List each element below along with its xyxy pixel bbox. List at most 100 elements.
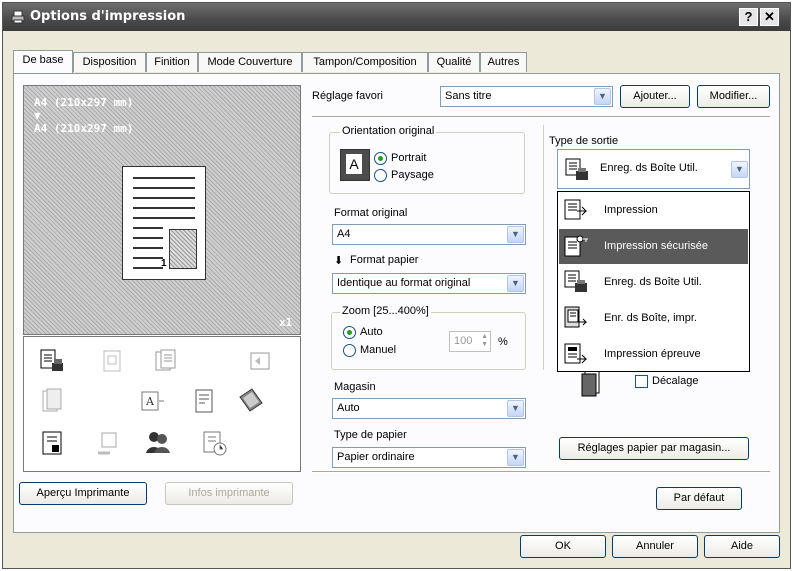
printer-info-button: Infos imprimante bbox=[165, 482, 293, 505]
output-option-save-and-print[interactable]: Enr. ds Boîte, impr. bbox=[559, 301, 748, 336]
output-option-secure-print[interactable]: Impression sécurisée bbox=[559, 229, 748, 264]
paper-settings-by-tray-button[interactable]: Réglages papier par magasin... bbox=[559, 437, 749, 460]
user-box-icon[interactable] bbox=[38, 347, 66, 375]
paper-size-value: Identique au format original bbox=[337, 277, 471, 289]
paper-type-label: Type de papier bbox=[334, 429, 407, 441]
tab-de-base[interactable]: De base bbox=[13, 50, 73, 73]
print-icon bbox=[564, 199, 588, 220]
favorite-value: Sans titre bbox=[445, 90, 492, 102]
paper-insert-icon[interactable] bbox=[236, 387, 264, 415]
header-footer-icon[interactable] bbox=[94, 429, 122, 457]
window-title: Options d'impression bbox=[30, 9, 186, 24]
tray-select[interactable]: Auto ▼ bbox=[332, 398, 526, 419]
form-page-icon[interactable] bbox=[190, 387, 218, 415]
paper-size-arrow-icon: ⬇ bbox=[334, 255, 344, 267]
save-to-user-box-icon bbox=[565, 158, 588, 180]
chevron-down-icon[interactable]: ▼ bbox=[507, 226, 524, 243]
svg-text:A: A bbox=[145, 395, 155, 408]
paper-type-select[interactable]: Papier ordinaire ▼ bbox=[332, 447, 526, 468]
preview-arrow: ▼ bbox=[34, 109, 41, 122]
cancel-button[interactable]: Annuler bbox=[612, 535, 698, 558]
chevron-down-icon[interactable]: ▼ bbox=[507, 400, 524, 417]
output-option-save-user-box[interactable]: Enreg. ds Boîte Util. bbox=[559, 265, 748, 300]
chevron-down-icon[interactable]: ▼ bbox=[507, 449, 524, 466]
print-preview: A4 (210x297 mm) ▼ A4 (210x297 mm) 1 x1 bbox=[23, 85, 301, 335]
favorite-select[interactable]: Sans titre ▼ bbox=[440, 86, 613, 107]
separator bbox=[312, 116, 770, 118]
cover-sheet-icon[interactable] bbox=[38, 429, 66, 457]
tray-label: Magasin bbox=[334, 381, 376, 393]
paper-type-value: Papier ordinaire bbox=[337, 451, 415, 463]
zoom-auto-label: Auto bbox=[360, 326, 383, 338]
portrait-radio[interactable] bbox=[374, 152, 387, 165]
original-size-label: Format original bbox=[334, 207, 408, 219]
tab-mode-couverture[interactable]: Mode Couverture bbox=[198, 52, 302, 72]
zoom-value-spinner: 100 ▲ ▼ bbox=[449, 331, 491, 352]
overlay-icon[interactable] bbox=[152, 347, 180, 375]
offset-checkbox[interactable] bbox=[635, 375, 648, 388]
booklet-icon[interactable] bbox=[38, 387, 66, 415]
help-title-button[interactable]: ? bbox=[739, 8, 758, 26]
zoom-manual-radio[interactable] bbox=[343, 344, 356, 357]
preview-copies: x1 bbox=[279, 316, 293, 329]
output-type-dropdown: Impression Impression sécurisée Enreg. d… bbox=[557, 191, 750, 372]
portrait-label: Portrait bbox=[391, 152, 427, 164]
tab-qualite[interactable]: Qualité bbox=[428, 52, 480, 72]
zoom-auto-radio[interactable] bbox=[343, 326, 356, 339]
favorite-label: Réglage favori bbox=[312, 90, 383, 102]
ok-button[interactable]: OK bbox=[520, 535, 606, 558]
schedule-print-icon[interactable] bbox=[200, 429, 228, 457]
original-size-value: A4 bbox=[337, 228, 351, 240]
zoom-unit: % bbox=[498, 336, 508, 348]
zoom-group-title: Zoom [25...400%] bbox=[340, 305, 431, 317]
output-type-label: Type de sortie bbox=[549, 135, 619, 147]
close-title-button[interactable]: ✕ bbox=[760, 8, 779, 26]
tab-finition[interactable]: Finition bbox=[146, 52, 198, 72]
original-size-select[interactable]: A4 ▼ bbox=[332, 224, 526, 245]
separator bbox=[312, 471, 770, 473]
zoom-manual-label: Manuel bbox=[360, 344, 397, 356]
save-and-print-icon bbox=[564, 306, 588, 328]
landscape-radio[interactable] bbox=[374, 169, 387, 182]
title-bar[interactable]: Options d'impression ? ✕ bbox=[3, 3, 790, 31]
offset-label: Décalage bbox=[652, 375, 699, 387]
proof-print-icon bbox=[564, 343, 588, 364]
paper-size-label: Format papier bbox=[350, 254, 419, 266]
tray-value: Auto bbox=[337, 402, 360, 414]
preview-original-size: A4 (210x297 mm) bbox=[34, 96, 134, 109]
preview-paper-size: A4 (210x297 mm) bbox=[34, 122, 134, 135]
offset-icon bbox=[581, 371, 600, 397]
tab-disposition[interactable]: Disposition bbox=[73, 52, 146, 72]
output-option-proof-print[interactable]: Impression épreuve bbox=[559, 337, 748, 372]
rotate-page-icon[interactable] bbox=[246, 347, 274, 375]
orientation-group-title: Orientation original bbox=[340, 125, 437, 137]
chevron-down-icon[interactable]: ▼ bbox=[507, 275, 524, 292]
default-button[interactable]: Par défaut bbox=[656, 487, 742, 510]
landscape-label: Paysage bbox=[391, 169, 434, 181]
output-option-print[interactable]: Impression bbox=[559, 193, 748, 228]
modify-favorite-button[interactable]: Modifier... bbox=[697, 85, 770, 108]
function-icon-panel: A bbox=[23, 336, 301, 472]
spin-arrows-icon: ▲ ▼ bbox=[481, 333, 488, 348]
preview-sheet: 1 bbox=[122, 166, 206, 280]
tab-autres[interactable]: Autres bbox=[480, 52, 527, 72]
print-options-dialog: Options d'impression ? ✕ De base Disposi… bbox=[2, 2, 791, 569]
paper-size-select[interactable]: Identique au format original ▼ bbox=[332, 273, 526, 294]
chevron-down-icon[interactable]: ▼ bbox=[731, 161, 748, 178]
preview-page-number: 1 bbox=[161, 258, 167, 269]
preview-stamp-block bbox=[169, 229, 197, 269]
printer-view-button[interactable]: Aperçu Imprimante bbox=[19, 482, 147, 505]
output-type-select[interactable]: Enreg. ds Boîte Util. ▼ bbox=[557, 149, 750, 189]
watermark-icon[interactable] bbox=[98, 347, 126, 375]
user-authentication-icon[interactable] bbox=[144, 427, 172, 455]
printer-app-icon bbox=[11, 10, 25, 24]
tab-tampon-composition[interactable]: Tampon/Composition bbox=[302, 52, 428, 72]
zoom-group bbox=[331, 312, 526, 370]
save-to-user-box-icon bbox=[564, 270, 587, 292]
output-divider bbox=[543, 125, 544, 370]
chevron-down-icon[interactable]: ▼ bbox=[594, 88, 611, 105]
add-favorite-button[interactable]: Ajouter... bbox=[620, 85, 690, 108]
orientation-page-icon: A bbox=[340, 149, 370, 181]
help-button[interactable]: Aide bbox=[704, 535, 780, 558]
text-position-icon[interactable]: A bbox=[138, 387, 166, 415]
